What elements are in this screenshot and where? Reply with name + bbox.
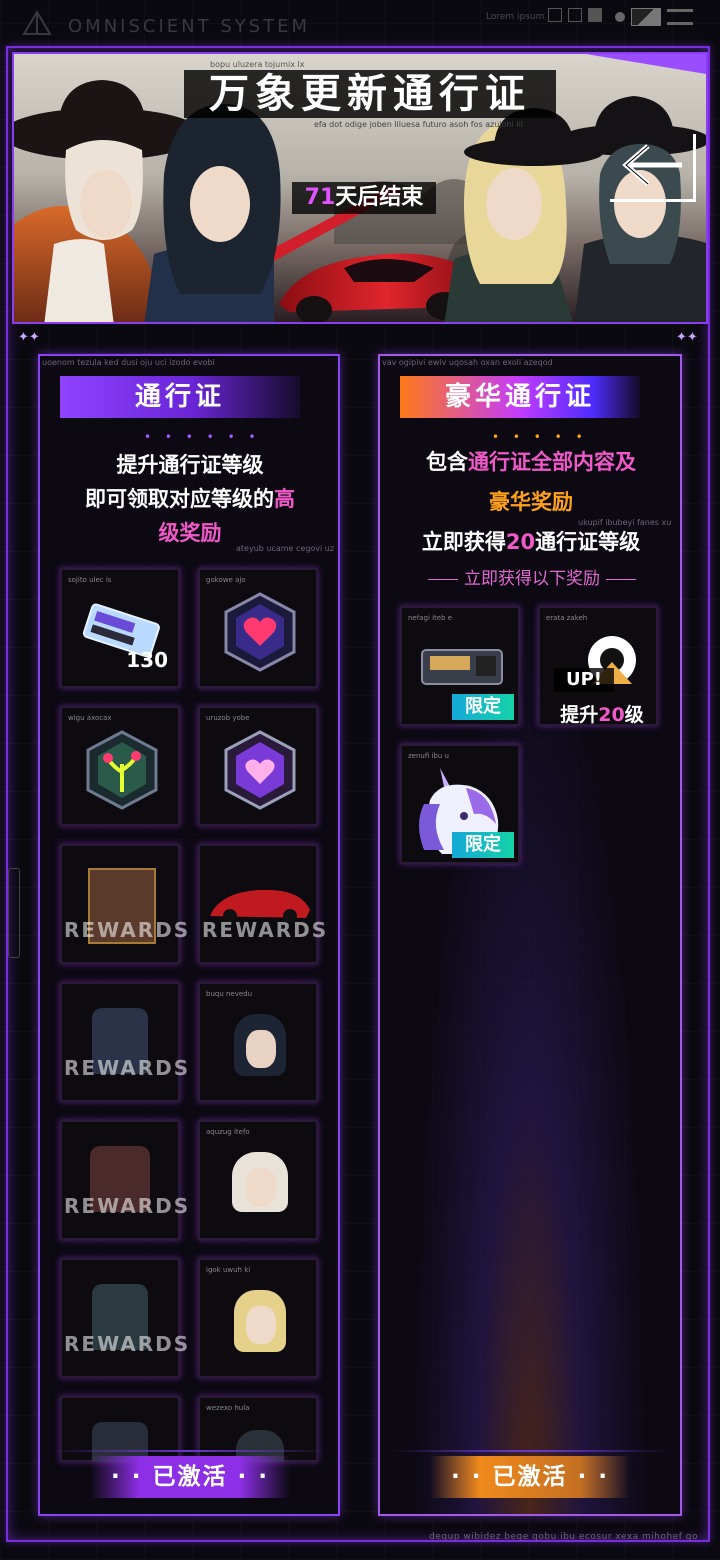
instant-rewards-heading: 立即获得以下奖励 (410, 564, 654, 589)
panel-tiny-text: vav ogipivi ewiv uqosah oxan exoli azeqo… (382, 358, 553, 367)
system-right-icons (615, 8, 693, 26)
desc-line: 豪华奖励 (489, 490, 573, 514)
reward-slot-ticket[interactable]: sojito ulec is 130 (60, 568, 180, 688)
dots-divider: • • • • • • (144, 430, 261, 444)
countdown: 71天后结束 (292, 182, 436, 214)
reward-slot-rewards[interactable]: REWARDS (198, 844, 326, 964)
panel-divider (390, 1450, 670, 1452)
tree-badge-icon (86, 730, 158, 810)
desc-line: 即可领取对应等级的高 (85, 487, 295, 511)
reward-slot-rewards[interactable]: REWARDS (60, 982, 188, 1102)
sparkle-icon: ✦✦ (18, 330, 40, 345)
reward-slot-badge[interactable]: gokowe ajo (198, 568, 318, 688)
reward-slot-portrait[interactable]: buqu nevedu (198, 982, 318, 1102)
side-handle[interactable] (8, 868, 20, 958)
banner-title: 万象更新通行证 (184, 70, 556, 118)
back-button[interactable] (610, 134, 696, 202)
standard-pass-activated-button[interactable]: · · 已激活 · · (90, 1456, 290, 1498)
reward-slot-rewards[interactable]: REWARDS (60, 844, 188, 964)
item-count: 130 (126, 648, 168, 672)
reward-slot-portrait[interactable]: wezexo hula (198, 1396, 318, 1462)
reward-slot-rewards[interactable]: REWARDS (60, 1258, 188, 1378)
portrait-face (246, 1168, 276, 1206)
portrait-face (246, 1306, 276, 1344)
filled-square-icon (588, 8, 602, 22)
premium-pass-activated-button[interactable]: · · 已激活 · · (430, 1456, 630, 1498)
lines-icon (667, 9, 693, 25)
reward-slot-portrait[interactable]: aquzug itefo (198, 1120, 318, 1240)
panel-icon (631, 8, 661, 26)
panel-tiny-text: ateyub ucame cegovi uz (236, 544, 335, 553)
system-small-text: Lorem ipsum (486, 12, 545, 22)
countdown-suffix: 天后结束 (335, 185, 424, 210)
system-bar: OMNISCIENT SYSTEM Lorem ipsum (0, 0, 720, 46)
banner-tiny-text: bopu uluzera tojumix lx (210, 60, 305, 69)
reward-slot-badge[interactable]: wigu axocax (60, 706, 180, 826)
dot-icon (615, 12, 625, 22)
premium-pass-description: 包含通行证全部内容及 豪华奖励 立即获得20通行证等级 (386, 442, 676, 562)
banner: bopu uluzera tojumix lx 万象更新通行证 efa dot … (12, 52, 708, 324)
desc-line: 提升通行证等级 (116, 453, 264, 477)
system-icons (548, 8, 602, 22)
footer-text: dequp wibidez beqe qobu ibu ecosur xexa … (429, 1532, 698, 1542)
gem-heart-badge-icon (224, 730, 296, 810)
heart-badge-icon (224, 592, 296, 672)
level-up-text: 提升20级 (560, 704, 644, 726)
system-title: OMNISCIENT SYSTEM (68, 16, 311, 37)
reward-slot-unicorn[interactable]: zenufi ibu u 限定 (400, 744, 520, 864)
panel-tiny-text: uoenom tezula ked dusi oju uci izodo evo… (42, 358, 215, 367)
portrait-face (246, 1030, 276, 1068)
reward-slot-rewards[interactable] (60, 1396, 180, 1462)
reward-slot-badge[interactable]: uruzob yobe (198, 706, 318, 826)
standard-pass-panel: uoenom tezula ked dusi oju uci izodo evo… (38, 354, 340, 1516)
device-icon (421, 649, 503, 685)
desc-line: 立即获得20通行证等级 (421, 530, 641, 554)
desc-line: 包含通行证全部内容及 (426, 450, 636, 474)
standard-pass-description: 提升通行证等级 即可领取对应等级的高 级奖励 (50, 448, 330, 550)
countdown-days: 71 (304, 185, 336, 210)
reward-slot-portrait[interactable]: igok uwuh ki (198, 1258, 318, 1378)
close-box-icon (568, 8, 582, 22)
reward-slot-rewards[interactable]: REWARDS (60, 1120, 188, 1240)
reward-slot-device[interactable]: nefagi iteb e 限定 (400, 606, 520, 726)
panel-tiny-text: ukupif ibubeyi fanes xu (578, 518, 672, 527)
up-label: UP! (554, 668, 614, 692)
limited-tag: 限定 (452, 694, 514, 720)
back-arrow-icon (622, 144, 682, 186)
premium-pass-title: 豪华通行证 (400, 376, 640, 418)
panel-divider (50, 1450, 330, 1452)
sparkle-icon: ✦✦ (676, 330, 698, 345)
reward-slot-levelup[interactable]: erata zakeh UP! 提升20级 (538, 606, 658, 726)
square-icon (548, 8, 562, 22)
premium-pass-panel: vav ogipivi ewiv uqosah oxan exoli azeqo… (378, 354, 682, 1516)
standard-pass-title: 通行证 (60, 376, 300, 418)
car-icon (210, 889, 310, 922)
system-logo-icon (22, 10, 52, 35)
banner-tiny-text-2: efa dot odige joben liluesa futuro asoh … (314, 120, 524, 129)
limited-tag: 限定 (452, 832, 514, 858)
